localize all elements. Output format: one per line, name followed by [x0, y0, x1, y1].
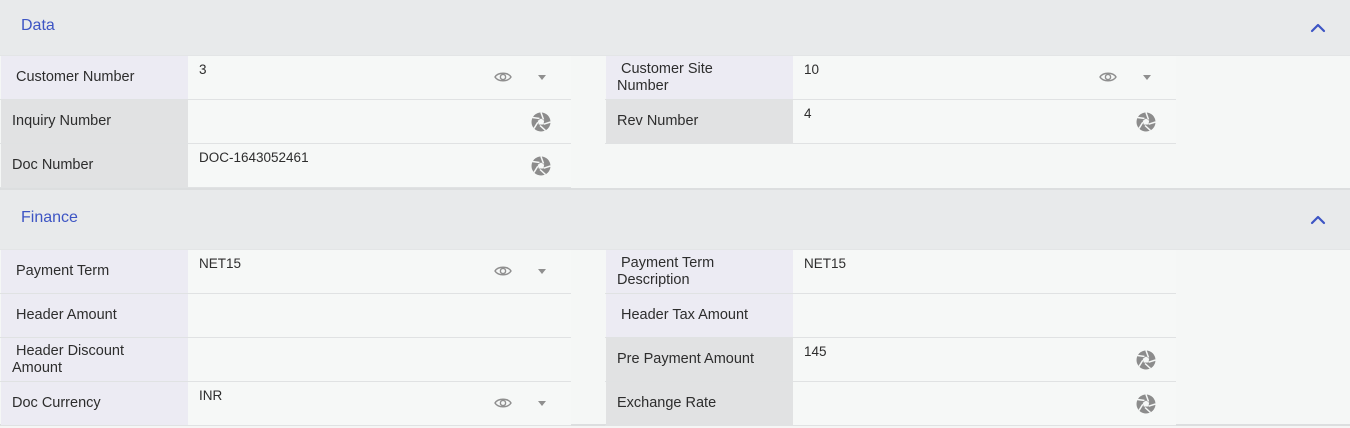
payment-term-field: Payment Term NET15	[0, 250, 571, 294]
eye-icon[interactable]	[1099, 70, 1117, 84]
payment-term-description-input[interactable]: NET15	[793, 250, 1176, 293]
header-discount-amount-label-line1: Header Discount	[16, 342, 124, 359]
customer-site-number-field: Customer Site Number 10	[605, 56, 1176, 100]
rev-number-field: Rev Number 4	[605, 100, 1176, 144]
data-section-title: Data	[21, 17, 55, 34]
payment-term-description-label-line2: Description	[617, 271, 690, 288]
finance-section-title: Finance	[21, 209, 78, 226]
customer-site-number-value: 10	[804, 62, 820, 77]
caret-down-icon[interactable]	[1143, 75, 1151, 80]
data-section-body: Customer Number 3 Customer Site Number 1…	[0, 56, 1350, 188]
finance-section-body: Payment Term NET15 Payment Term Descript…	[0, 250, 1350, 426]
chevron-up-icon[interactable]	[1308, 18, 1328, 38]
pre-payment-amount-value: 145	[804, 344, 827, 359]
payment-term-description-value: NET15	[804, 256, 847, 271]
header-amount-field: Header Amount	[0, 294, 571, 338]
doc-number-label: Doc Number	[1, 144, 188, 187]
header-amount-label: Header Amount	[1, 294, 188, 337]
customer-number-input[interactable]: 3	[188, 56, 571, 99]
inquiry-number-field: Inquiry Number	[0, 100, 571, 144]
customer-site-number-label-line2: Number	[617, 77, 669, 94]
header-discount-amount-label: Header Discount Amount	[1, 338, 188, 381]
pre-payment-amount-label: Pre Payment Amount	[606, 338, 793, 381]
rev-number-value: 4	[804, 106, 812, 121]
pre-payment-amount-input[interactable]: 145	[793, 338, 1176, 381]
doc-currency-value: INR	[199, 388, 223, 403]
header-discount-amount-label-line2: Amount	[12, 359, 62, 376]
header-tax-amount-input[interactable]	[793, 294, 1176, 337]
exchange-rate-input[interactable]	[793, 382, 1176, 425]
exchange-rate-field: Exchange Rate	[605, 382, 1176, 426]
header-tax-amount-field: Header Tax Amount	[605, 294, 1176, 338]
pre-payment-amount-field: Pre Payment Amount 145	[605, 338, 1176, 382]
eye-icon[interactable]	[494, 396, 512, 410]
customer-number-field: Customer Number 3	[0, 56, 571, 100]
payment-term-label: Payment Term	[1, 250, 188, 293]
doc-currency-input[interactable]: INR	[188, 382, 571, 425]
customer-site-number-input[interactable]: 10	[793, 56, 1176, 99]
inquiry-number-input[interactable]	[188, 100, 571, 143]
payment-term-description-label-line1: Payment Term	[621, 254, 715, 271]
exchange-rate-label: Exchange Rate	[606, 382, 793, 425]
inquiry-number-label: Inquiry Number	[1, 100, 188, 143]
eye-icon[interactable]	[494, 70, 512, 84]
rev-number-input[interactable]: 4	[793, 100, 1176, 143]
payment-term-description-field: Payment Term Description NET15	[605, 250, 1176, 294]
aperture-icon[interactable]	[531, 156, 551, 176]
caret-down-icon[interactable]	[538, 75, 546, 80]
caret-down-icon[interactable]	[538, 401, 546, 406]
caret-down-icon[interactable]	[538, 269, 546, 274]
aperture-icon[interactable]	[1136, 350, 1156, 370]
aperture-icon[interactable]	[1136, 394, 1156, 414]
doc-number-value: DOC-1643052461	[199, 150, 309, 165]
doc-number-input[interactable]: DOC-1643052461	[188, 144, 571, 187]
rev-number-label: Rev Number	[606, 100, 793, 143]
eye-icon[interactable]	[494, 264, 512, 278]
customer-number-value: 3	[199, 62, 207, 77]
payment-term-description-label: Payment Term Description	[606, 250, 793, 293]
aperture-icon[interactable]	[1136, 112, 1156, 132]
payment-term-value: NET15	[199, 256, 242, 271]
doc-currency-label: Doc Currency	[1, 382, 188, 425]
data-section-header[interactable]: Data	[0, 0, 1350, 56]
header-discount-amount-field: Header Discount Amount	[0, 338, 571, 382]
customer-site-number-label-line1: Customer Site	[621, 60, 713, 77]
aperture-icon[interactable]	[531, 112, 551, 132]
finance-section-header[interactable]: Finance	[0, 190, 1350, 250]
doc-currency-field: Doc Currency INR	[0, 382, 571, 426]
doc-number-field: Doc Number DOC-1643052461	[0, 144, 571, 188]
chevron-up-icon[interactable]	[1308, 210, 1328, 230]
customer-number-label: Customer Number	[1, 56, 188, 99]
header-amount-input[interactable]	[188, 294, 571, 337]
header-tax-amount-label: Header Tax Amount	[606, 294, 793, 337]
payment-term-input[interactable]: NET15	[188, 250, 571, 293]
header-discount-amount-input[interactable]	[188, 338, 571, 381]
customer-site-number-label: Customer Site Number	[606, 56, 793, 99]
